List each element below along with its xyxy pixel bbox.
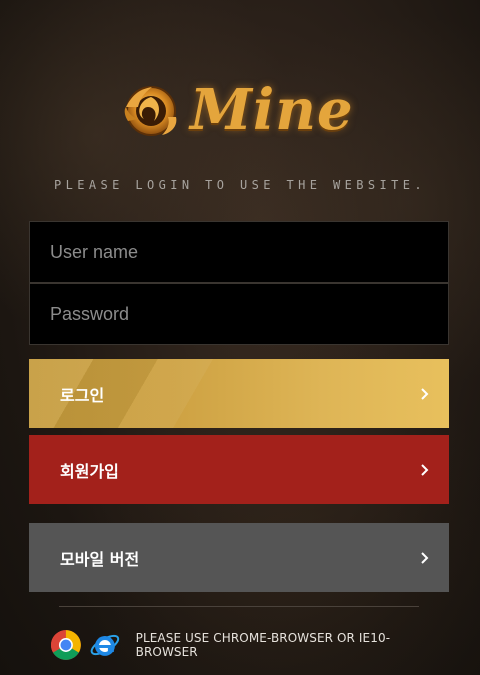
signup-button-label: 회원가입 <box>60 461 119 481</box>
password-field-container <box>29 283 449 345</box>
mobile-version-button[interactable]: 모바일 버전 <box>29 523 449 592</box>
password-input[interactable] <box>50 284 448 344</box>
login-tagline: PLEASE LOGIN TO USE THE WEBSITE. <box>54 178 426 192</box>
chevron-right-icon <box>421 464 429 476</box>
username-field-container <box>29 221 449 283</box>
internet-explorer-icon[interactable] <box>89 629 121 661</box>
signup-button[interactable]: 회원가입 <box>29 435 449 504</box>
login-button[interactable]: 로그인 <box>29 359 449 428</box>
logo-wordmark: Mine <box>190 77 354 143</box>
flame-emblem-icon <box>124 86 177 136</box>
browser-note: PLEASE USE CHROME-BROWSER OR IE10-BROWSE… <box>135 631 391 659</box>
chevron-right-icon <box>421 388 429 400</box>
chevron-right-icon <box>421 552 429 564</box>
footer-divider <box>59 606 419 607</box>
site-logo[interactable]: Mine <box>118 74 368 146</box>
username-input[interactable] <box>50 222 448 282</box>
mobile-version-button-label: 모바일 버전 <box>60 549 140 569</box>
login-button-label: 로그인 <box>60 385 105 405</box>
browser-recommendation: PLEASE USE CHROME-BROWSER OR IE10-BROWSE… <box>50 628 450 662</box>
chrome-icon[interactable] <box>50 629 82 661</box>
